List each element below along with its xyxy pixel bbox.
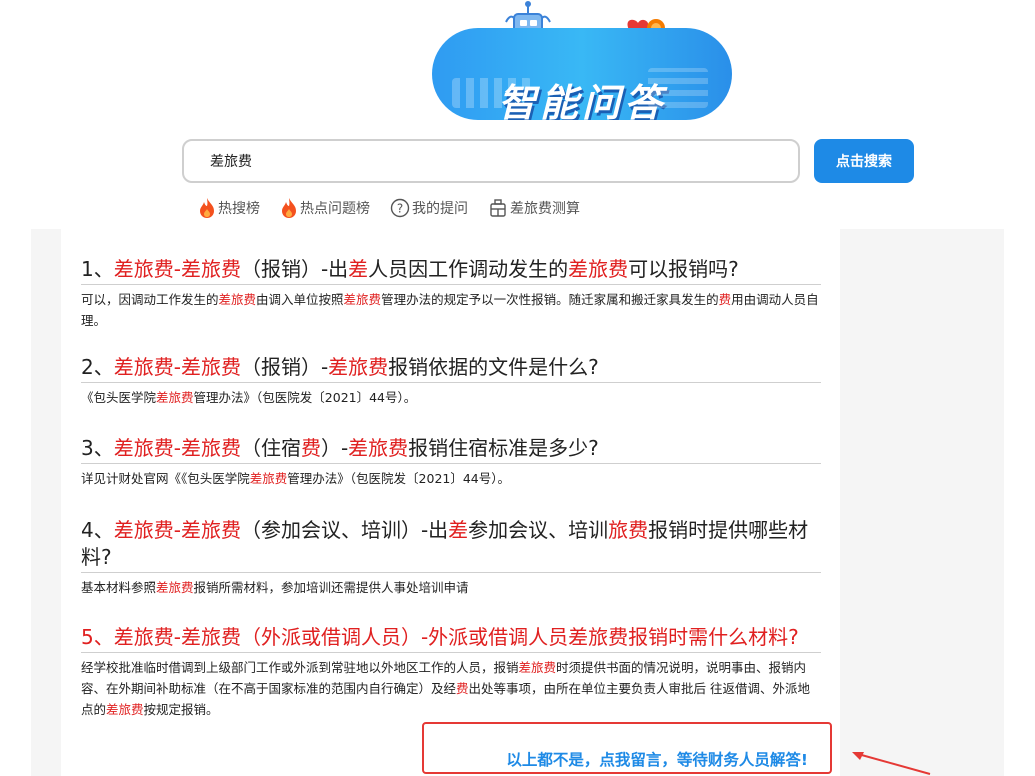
text-segment: 基本材料参照 — [81, 580, 157, 595]
banner-pill: 智能问答 — [432, 28, 732, 120]
highlight-term: 差旅费-差旅费 — [113, 518, 241, 542]
text-segment: 报销所需材料，参加培训还需提供人事处培训申请 — [193, 580, 469, 595]
text-segment: （住宿 — [240, 436, 301, 460]
leave-message-link[interactable]: 以上都不是，点我留言，等待财务人员解答! — [506, 748, 808, 770]
result-item-2: 2、差旅费-差旅费（报销）-差旅费报销依据的文件是什么? 《包头医学院差旅费管理… — [81, 354, 821, 408]
result-item-3: 3、差旅费-差旅费（住宿费）-差旅费报销住宿标准是多少? 详见计财处官网《《包头… — [81, 435, 821, 489]
highlight-term: 费 — [718, 292, 732, 307]
svg-text:?: ? — [397, 202, 403, 216]
text-segment: 经学校批准临时借调到上级部门工作或外派到常驻地以外地区工作的人员，报销 — [81, 660, 519, 675]
result-item-4: 4、差旅费-差旅费（参加会议、培训）-出差参加会议、培训旅费报销时提供哪些材料?… — [81, 517, 821, 598]
highlight-term: 旅费 — [608, 518, 649, 542]
text-segment: 1、 — [81, 257, 114, 281]
highlight-term: 费 — [300, 436, 321, 460]
quicklink-label: 差旅费测算 — [510, 201, 580, 217]
result-title-2[interactable]: 2、差旅费-差旅费（报销）-差旅费报销依据的文件是什么? — [81, 354, 821, 383]
banner-logo: 智能问答 — [432, 0, 732, 120]
quicklink-label: 热点问题榜 — [300, 201, 370, 217]
result-title-1[interactable]: 1、差旅费-差旅费（报销）-出差人员因工作调动发生的差旅费可以报销吗? — [81, 256, 821, 285]
text-segment: 按规定报销。 — [143, 702, 219, 717]
text-segment: 详见计财处官网《《包头医学院 — [81, 471, 250, 486]
text-segment: 可以，因调动工作发生的 — [81, 292, 219, 307]
highlight-term: 差旅费 — [328, 355, 389, 379]
annotation-arrow-icon — [852, 752, 931, 775]
highlight-term: 差旅费 — [568, 257, 629, 281]
text-segment: 管理办法》（包医院发〔2021〕44号）。 — [287, 471, 510, 486]
text-segment: （报销）-出 — [240, 257, 349, 281]
result-answer-4: 基本材料参照差旅费报销所需材料，参加培训还需提供人事处培训申请 — [81, 577, 821, 598]
result-title-4[interactable]: 4、差旅费-差旅费（参加会议、培训）-出差参加会议、培训旅费报销时提供哪些材料? — [81, 517, 821, 573]
result-answer-3: 详见计财处官网《《包头医学院差旅费管理办法》（包医院发〔2021〕44号）。 — [81, 468, 821, 489]
result-title-5[interactable]: 5、差旅费-差旅费（外派或借调人员）-外派或借调人员差旅费报销时需什么材料? — [81, 624, 821, 653]
text-segment: 4、 — [81, 518, 114, 542]
highlight-term: 差旅费 — [518, 660, 557, 675]
result-answer-1: 可以，因调动工作发生的差旅费由调入单位按照差旅费管理办法的规定予以一次性报销。随… — [81, 289, 821, 331]
result-item-5: 5、差旅费-差旅费（外派或借调人员）-外派或借调人员差旅费报销时需什么材料? 经… — [81, 624, 821, 720]
quicklink-label: 热搜榜 — [218, 201, 260, 217]
result-title-3[interactable]: 3、差旅费-差旅费（住宿费）-差旅费报销住宿标准是多少? — [81, 435, 821, 464]
quicklink-label: 我的提问 — [412, 201, 468, 217]
flame-icon — [282, 198, 296, 218]
text-segment: 可以报销吗? — [628, 257, 739, 281]
page: 智能问答 点击搜索 热搜榜 热点问题榜 ? 我的提问 — [0, 0, 1035, 776]
text-segment: ）- — [320, 436, 349, 460]
text-segment: 2、 — [81, 355, 114, 379]
text-segment: （报销）- — [240, 355, 329, 379]
text-segment: 管理办法的规定予以一次性报销。随迁家属和搬迁家具发生的 — [381, 292, 719, 307]
text-segment: 报销住宿标准是多少? — [408, 436, 599, 460]
text-segment: 参加会议、培训 — [468, 518, 609, 542]
banner-title: 智能问答 — [497, 81, 666, 120]
highlight-term: 差 — [348, 257, 369, 281]
highlight-term: 5、差旅费-差旅费（外派或借调人员）-外派或借调人员差旅费报销时需什么材料? — [81, 625, 799, 649]
text-segment: 管理办法》（包医院发〔2021〕44号）。 — [193, 390, 417, 405]
leave-message-box[interactable]: 以上都不是，点我留言，等待财务人员解答! — [422, 722, 832, 774]
quicklink-hot-search[interactable]: 热搜榜 — [198, 196, 260, 220]
search-button[interactable]: 点击搜索 — [814, 139, 914, 183]
question-circle-icon: ? — [390, 198, 410, 218]
text-segment: 《包头医学院 — [81, 390, 157, 405]
flame-icon — [200, 198, 214, 218]
quicklink-hot-questions[interactable]: 热点问题榜 — [280, 196, 370, 220]
highlight-term: 差旅费-差旅费 — [113, 436, 241, 460]
quicklink-my-questions[interactable]: ? 我的提问 — [390, 196, 468, 220]
result-answer-5: 经学校批准临时借调到上级部门工作或外派到常驻地以外地区工作的人员，报销差旅费时须… — [81, 657, 821, 720]
highlight-term: 费 — [456, 681, 469, 696]
text-segment: （参加会议、培训）-出 — [240, 518, 449, 542]
highlight-term: 差旅费 — [106, 702, 144, 717]
calculator-icon — [490, 199, 506, 217]
search-input[interactable] — [182, 139, 800, 183]
quicklinks-bar: 热搜榜 热点问题榜 ? 我的提问 差旅费测算 — [198, 196, 580, 220]
highlight-term: 差旅费 — [156, 580, 194, 595]
highlight-term: 差旅费-差旅费 — [113, 355, 241, 379]
text-segment: 由调入单位按照 — [256, 292, 344, 307]
highlight-term: 差旅费 — [348, 436, 409, 460]
text-segment: 3、 — [81, 436, 114, 460]
highlight-term: 差旅费 — [156, 390, 194, 405]
text-segment: 人员因工作调动发生的 — [368, 257, 569, 281]
highlight-term: 差 — [448, 518, 469, 542]
highlight-term: 差旅费-差旅费 — [113, 257, 241, 281]
quicklink-expense-calculator[interactable]: 差旅费测算 — [488, 196, 580, 220]
result-answer-2: 《包头医学院差旅费管理办法》（包医院发〔2021〕44号）。 — [81, 387, 821, 408]
result-item-1: 1、差旅费-差旅费（报销）-出差人员因工作调动发生的差旅费可以报销吗? 可以，因… — [81, 256, 821, 331]
highlight-term: 差旅费 — [343, 292, 382, 307]
highlight-term: 差旅费 — [249, 471, 288, 486]
highlight-term: 差旅费 — [218, 292, 257, 307]
text-segment: 报销依据的文件是什么? — [388, 355, 599, 379]
